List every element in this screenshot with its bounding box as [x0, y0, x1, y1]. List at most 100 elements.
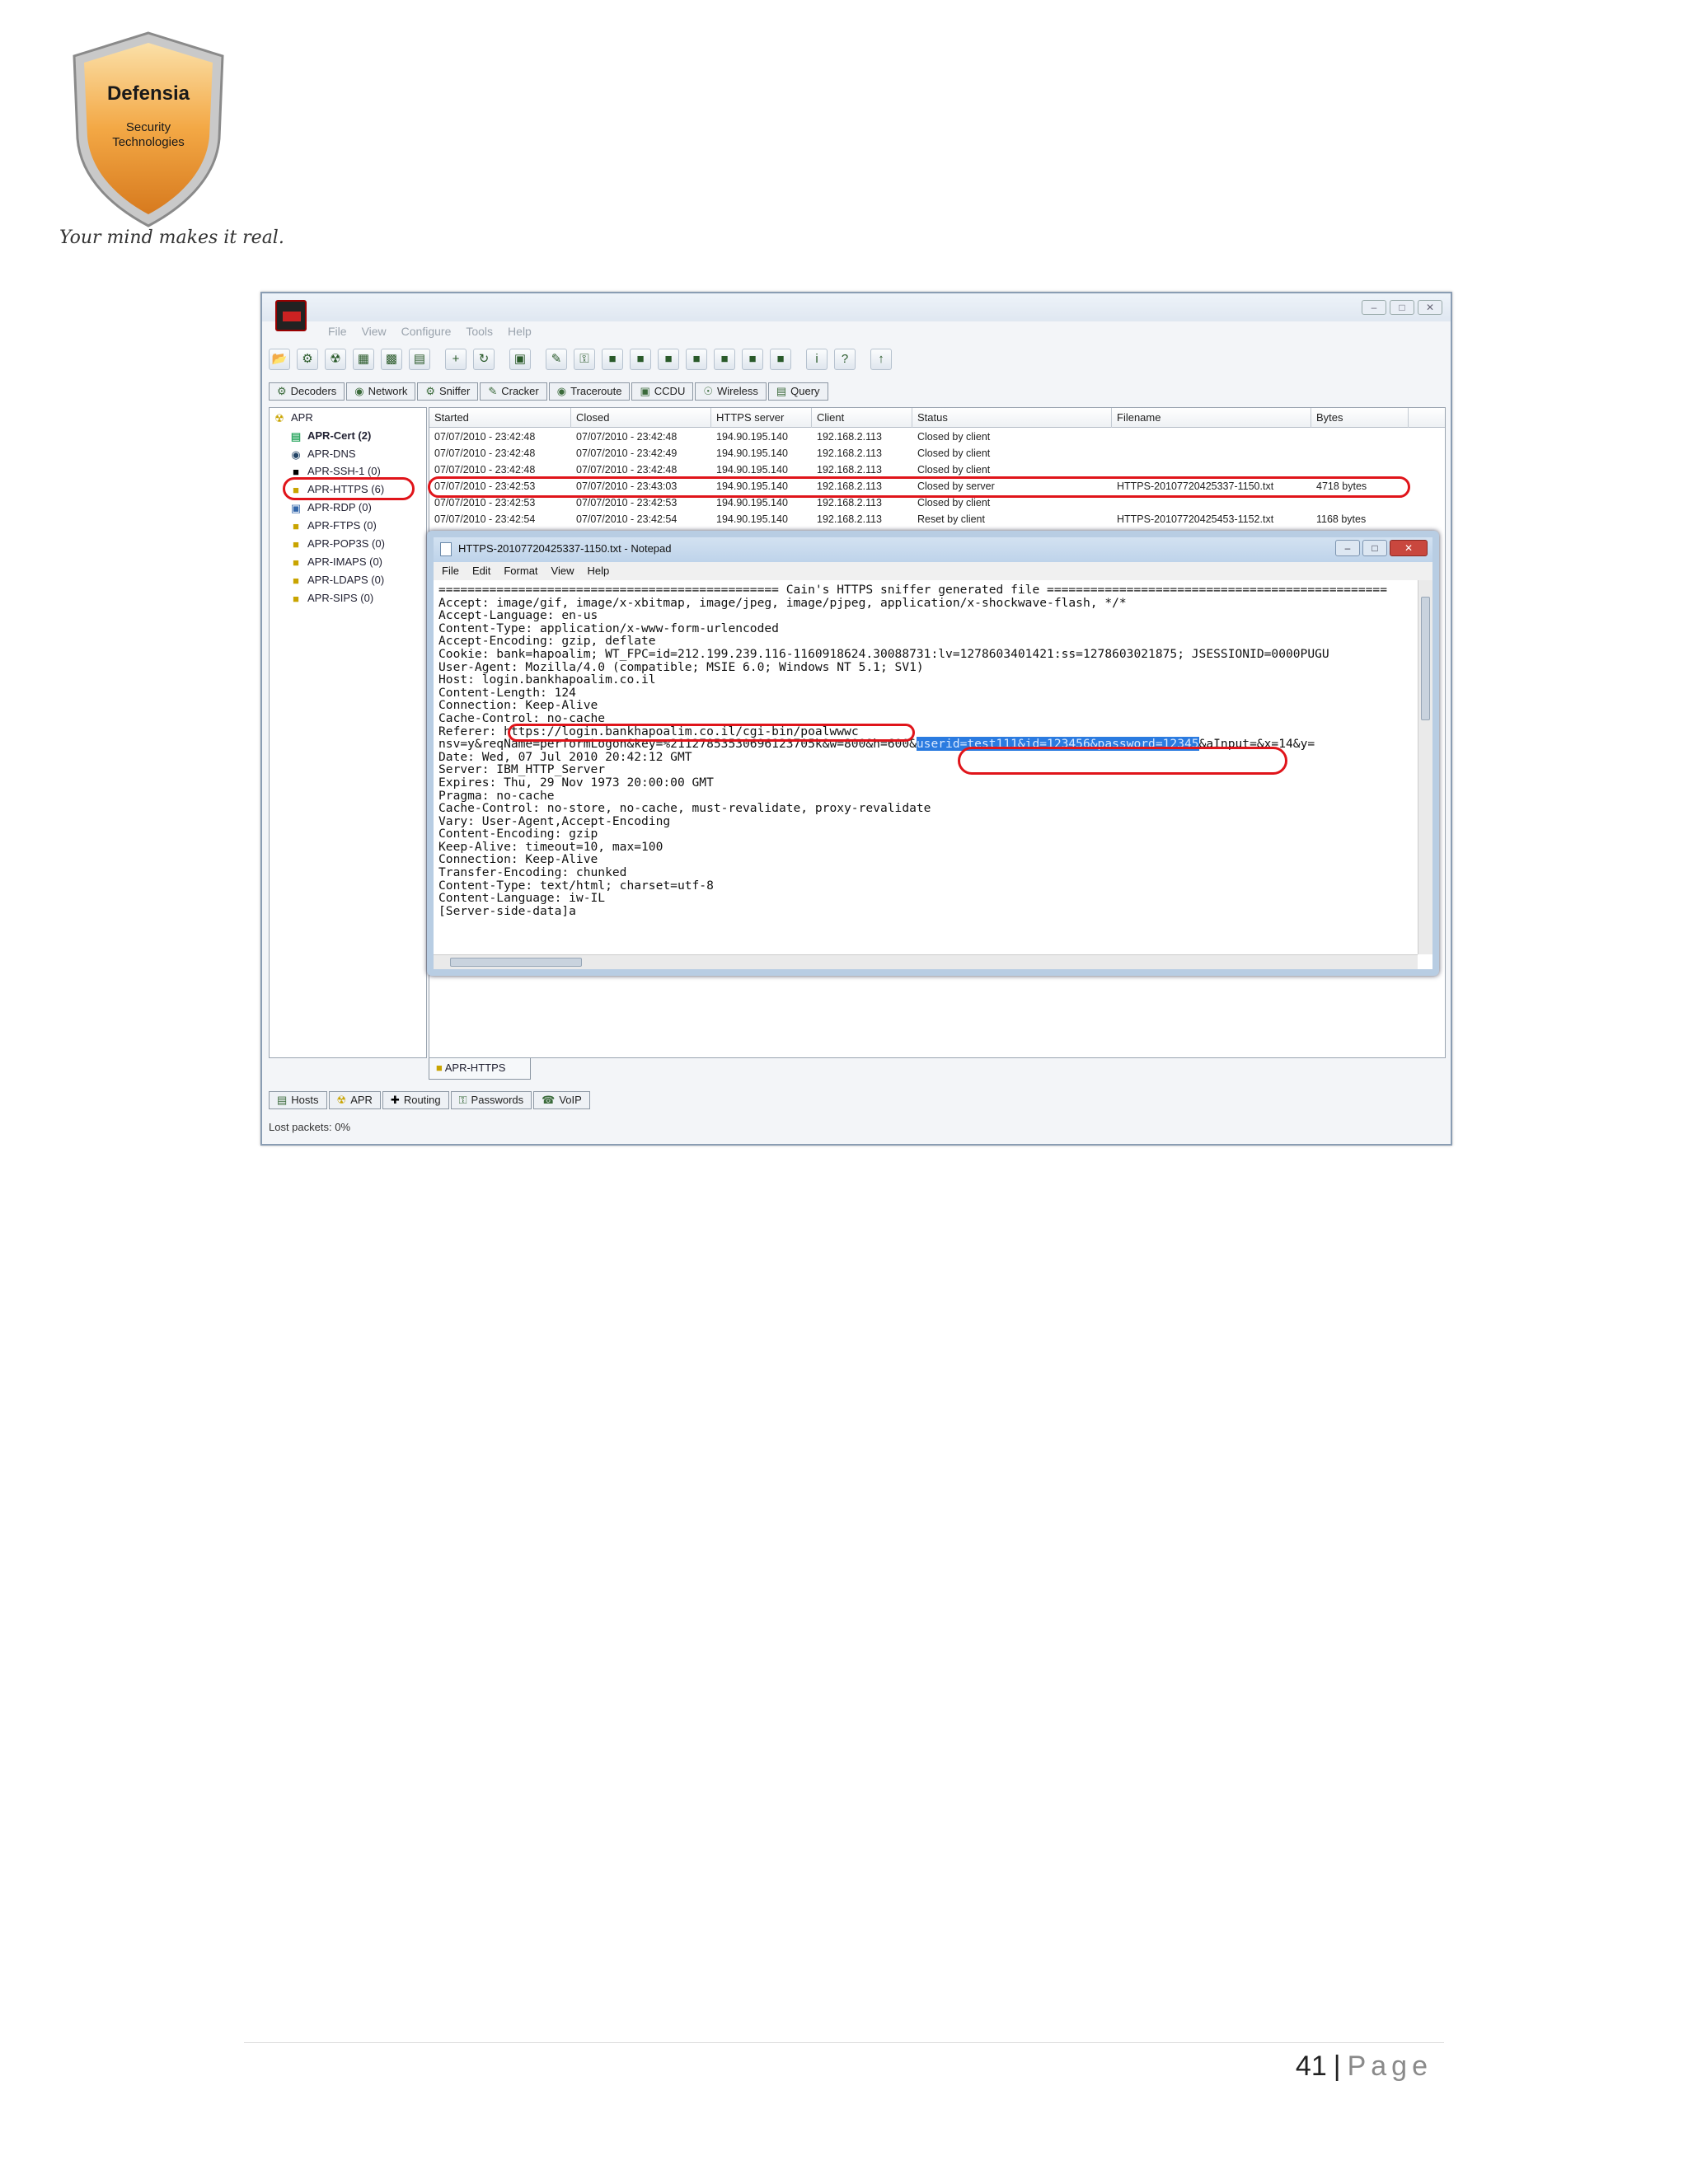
menu-help[interactable]: Help — [508, 325, 532, 338]
close-icon[interactable]: ✕ — [1390, 540, 1428, 556]
pwd-icon[interactable]: ■ — [686, 349, 707, 370]
cell-bytes — [1311, 445, 1316, 462]
table-row[interactable]: 07/07/2010 - 23:42:54 07/07/2010 - 23:42… — [429, 511, 1445, 527]
column-header[interactable]: Filename — [1112, 408, 1311, 428]
query-icon: ▤ — [776, 385, 787, 397]
tab-routing[interactable]: ✚ Routing — [382, 1091, 449, 1109]
info-icon[interactable]: i — [806, 349, 828, 370]
tree-item-apr-rdp[interactable]: ▣ APR-RDP (0) — [289, 499, 372, 516]
md-icon[interactable]: ■ — [658, 349, 679, 370]
column-header[interactable]: Started — [429, 408, 571, 428]
tree-item-apr-imaps[interactable]: ■ APR-IMAPS (0) — [289, 554, 382, 570]
table-row[interactable]: 07/07/2010 - 23:42:48 07/07/2010 - 23:42… — [429, 445, 1445, 462]
text-line: Accept-Language: en-us — [438, 608, 598, 623]
tab-apr-https[interactable]: ■ APR-HTTPS — [429, 1058, 531, 1080]
tree-item-apr-dns[interactable]: ◉ APR-DNS — [289, 446, 355, 462]
text-line: Accept-Encoding: gzip, deflate — [438, 634, 656, 649]
vnc-icon[interactable]: ■ — [742, 349, 763, 370]
cracker-icon: ✎ — [488, 385, 498, 397]
tree-item-apr-ldaps[interactable]: ■ APR-LDAPS (0) — [289, 572, 384, 588]
highlight-circle — [428, 476, 1410, 498]
refresh-icon[interactable]: ↻ — [473, 349, 495, 370]
minimize-icon[interactable]: – — [1335, 540, 1360, 556]
sniffer-icon[interactable]: ⚙ — [297, 349, 318, 370]
app-menubar: File View Configure Tools Help — [328, 325, 532, 338]
network-icon[interactable]: ▦ — [353, 349, 374, 370]
tree-item-apr-sips[interactable]: ■ APR-SIPS (0) — [289, 590, 373, 607]
minimize-icon[interactable]: – — [1362, 300, 1386, 315]
nt-icon[interactable]: ■ — [630, 349, 651, 370]
open-icon[interactable]: 📂 — [269, 349, 290, 370]
tree-item-apr-pop3s[interactable]: ■ APR-POP3S (0) — [289, 536, 385, 552]
tool-icon[interactable]: ✎ — [546, 349, 567, 370]
apr-tree: ☢ APR ▤ APR-Cert (2) ◉ APR-DNS ■ APR-SSH-1 (… — [269, 407, 427, 1058]
menu-help[interactable]: Help — [587, 562, 609, 580]
lock-icon: ■ — [293, 537, 299, 551]
menu-format[interactable]: Format — [504, 562, 537, 580]
company-logo: Defensia Security Technologies — [66, 31, 231, 229]
column-header[interactable]: HTTPS server — [711, 408, 812, 428]
wifi-icon[interactable]: ■ — [770, 349, 791, 370]
menu-view[interactable]: View — [362, 325, 387, 338]
menu-file[interactable]: File — [442, 562, 459, 580]
scroll-thumb[interactable] — [450, 958, 582, 967]
cell-status: Closed by client — [917, 431, 991, 443]
column-header[interactable]: Closed — [571, 408, 711, 428]
tab-wireless[interactable]: ☉ Wireless — [695, 382, 767, 401]
help-icon[interactable]: ? — [834, 349, 856, 370]
menu-configure[interactable]: Configure — [401, 325, 452, 338]
maximize-icon[interactable]: □ — [1362, 540, 1387, 556]
notepad-menubar: File Edit Format View Help — [434, 562, 1432, 580]
cell-bytes: 1168 bytes — [1316, 513, 1367, 525]
horizontal-scrollbar[interactable] — [434, 954, 1418, 969]
table-row[interactable]: 07/07/2010 - 23:42:48 07/07/2010 - 23:42… — [429, 429, 1445, 445]
notepad-window: HTTPS-20107720425337-1150.txt - Notepad … — [427, 531, 1439, 976]
menu-edit[interactable]: Edit — [472, 562, 490, 580]
tab-hosts[interactable]: ▤ Hosts — [269, 1091, 327, 1109]
key-icon: ⚿ — [458, 1094, 467, 1106]
footer-divider — [244, 2042, 1444, 2043]
highlight-circle — [283, 477, 415, 500]
tab-voip[interactable]: ☎ VoIP — [533, 1091, 590, 1109]
trace-icon[interactable]: ↑ — [870, 349, 892, 370]
scroll-thumb[interactable] — [1421, 597, 1430, 720]
menu-file[interactable]: File — [328, 325, 347, 338]
decoder-icon[interactable]: ▣ — [509, 349, 531, 370]
apr-icon[interactable]: ☢ — [325, 349, 346, 370]
add-icon[interactable]: + — [445, 349, 467, 370]
lm-icon[interactable]: ■ — [602, 349, 623, 370]
menu-view[interactable]: View — [551, 562, 574, 580]
vertical-scrollbar[interactable] — [1418, 580, 1432, 954]
text-line: ========================================… — [438, 583, 1387, 597]
tab-sniffer[interactable]: ⚙ Sniffer — [417, 382, 479, 401]
table-icon[interactable]: ▤ — [409, 349, 430, 370]
tab-query[interactable]: ▤ Query — [767, 382, 828, 401]
column-header[interactable]: Client — [812, 408, 912, 428]
hash-icon[interactable]: ▩ — [381, 349, 402, 370]
maximize-icon[interactable]: □ — [1390, 300, 1414, 315]
column-header[interactable]: Bytes — [1311, 408, 1409, 428]
tab-ccdu[interactable]: ▣ CCDU — [631, 382, 694, 401]
tree-item-apr[interactable]: ☢ APR — [273, 410, 313, 426]
column-header[interactable]: Status — [912, 408, 1112, 428]
tree-item-apr-cert[interactable]: ▤ APR-Cert (2) — [289, 428, 371, 444]
menu-tools[interactable]: Tools — [466, 325, 493, 338]
cell-filename: HTTPS-20107720425453-1152.txt — [1117, 513, 1274, 525]
table-row[interactable]: 07/07/2010 - 23:42:48 07/07/2010 - 23:42… — [429, 462, 1445, 478]
page-number: 41 | Page — [1296, 2050, 1432, 2083]
lock-icon: ■ — [293, 574, 299, 587]
tab-network[interactable]: ◉ Network — [346, 382, 416, 401]
rdp-icon: ▣ — [290, 501, 302, 514]
tree-item-apr-ftps[interactable]: ■ APR-FTPS (0) — [289, 518, 377, 534]
tab-traceroute[interactable]: ◉ Traceroute — [548, 382, 631, 401]
tab-apr[interactable]: ☢ APR — [328, 1091, 381, 1109]
tab-passwords[interactable]: ⚿ Passwords — [450, 1091, 532, 1109]
cisco-icon[interactable]: ■ — [714, 349, 735, 370]
cell-started: 07/07/2010 - 23:42:48 — [434, 448, 536, 459]
tab-decoders[interactable]: ⚙ Decoders — [269, 382, 345, 401]
tab-cracker[interactable]: ✎ Cracker — [480, 382, 547, 401]
traceroute-icon: ◉ — [556, 385, 567, 397]
key-icon[interactable]: ⚿ — [574, 349, 595, 370]
close-icon[interactable]: ✕ — [1418, 300, 1442, 315]
dns-icon: ◉ — [291, 448, 301, 461]
